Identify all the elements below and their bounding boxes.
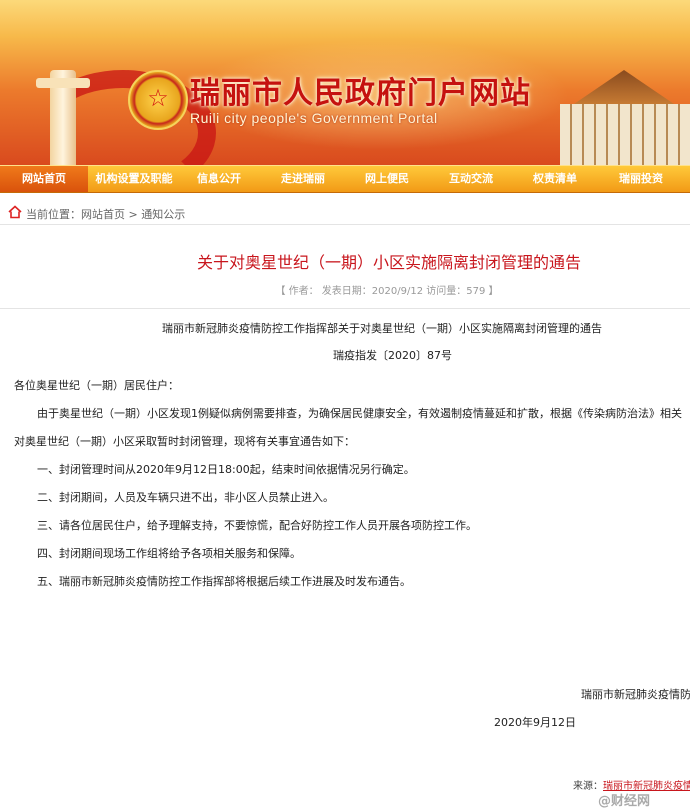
paragraph-line-2: 对奥星世纪（一期）小区采取暂时封闭管理，现将有关事宜通告如下： <box>14 435 355 448</box>
notice-item: 五、瑞丽市新冠肺炎疫情防控工作指挥部将根据后续工作进展及时发布通告。 <box>37 575 411 588</box>
breadcrumb-prefix: 当前位置： <box>26 208 81 221</box>
nav-item-powers-list[interactable]: 权责清单 <box>512 166 598 192</box>
paragraph-line-1: 由于奥星世纪（一期）小区发现1例疑似病例需要排查，为确保居民健康安全，有效遏制疫… <box>37 407 682 420</box>
breadcrumb: 当前位置：网站首页 > 通知公示 <box>0 202 690 225</box>
watermark: @财经网 <box>598 794 651 809</box>
signature: 瑞丽市新冠肺炎疫情防 <box>581 688 690 701</box>
site-banner: ☆ 瑞丽市人民政府门户网站 Ruili city people's Govern… <box>0 0 690 165</box>
document-title: 瑞丽市新冠肺炎疫情防控工作指挥部关于对奥星世纪（一期）小区实施隔离封闭管理的通告 <box>162 322 602 335</box>
notice-item: 二、封闭期间，人员及车辆只进不出，非小区人员禁止进入。 <box>37 491 334 504</box>
nav-item-investment[interactable]: 瑞丽投资 <box>596 166 686 192</box>
nav-item-home[interactable]: 网站首页 <box>0 166 88 192</box>
divider <box>0 308 690 309</box>
nav-item-about-ruili[interactable]: 走进瑞丽 <box>260 166 346 192</box>
nav-item-organization[interactable]: 机构设置及职能 <box>90 166 178 192</box>
huabiao-pillar-icon <box>36 70 90 165</box>
nav-item-info-disclosure[interactable]: 信息公开 <box>176 166 262 192</box>
document-number: 瑞疫指发〔2020〕87号 <box>333 349 452 362</box>
article-meta: 【 作者： 发表日期：2020/9/12 访问量：579 】 <box>275 286 499 297</box>
breadcrumb-current-link[interactable]: 通知公示 <box>141 208 185 221</box>
site-subtitle: Ruili city people's Government Portal <box>190 110 438 126</box>
building-illustration <box>560 70 690 165</box>
breadcrumb-separator: > <box>125 208 142 221</box>
breadcrumb-text: 当前位置：网站首页 > 通知公示 <box>26 206 185 222</box>
salutation: 各位奥星世纪（一期）居民住户： <box>14 379 179 392</box>
national-emblem-icon: ☆ <box>128 70 188 130</box>
site-title[interactable]: 瑞丽市人民政府门户网站 <box>190 68 531 112</box>
article-title: 关于对奥星世纪（一期）小区实施隔离封闭管理的通告 <box>196 253 581 272</box>
nav-item-online-services[interactable]: 网上便民 <box>344 166 430 192</box>
breadcrumb-home-link[interactable]: 网站首页 <box>81 208 125 221</box>
home-icon <box>8 205 22 219</box>
main-nav: 网站首页 机构设置及职能 信息公开 走进瑞丽 网上便民 互动交流 权责清单 瑞丽… <box>0 165 690 193</box>
nav-item-interaction[interactable]: 互动交流 <box>428 166 514 192</box>
signature-date: 2020年9月12日 <box>494 716 576 729</box>
notice-item: 三、请各位居民住户，给予理解支持，不要惊慌，配合好防控工作人员开展各项防控工作。 <box>37 519 477 532</box>
notice-item: 一、封闭管理时间从2020年9月12日18:00起，结束时间依据情况另行确定。 <box>37 463 415 476</box>
notice-item: 四、封闭期间现场工作组将给予各项相关服务和保障。 <box>37 547 301 560</box>
